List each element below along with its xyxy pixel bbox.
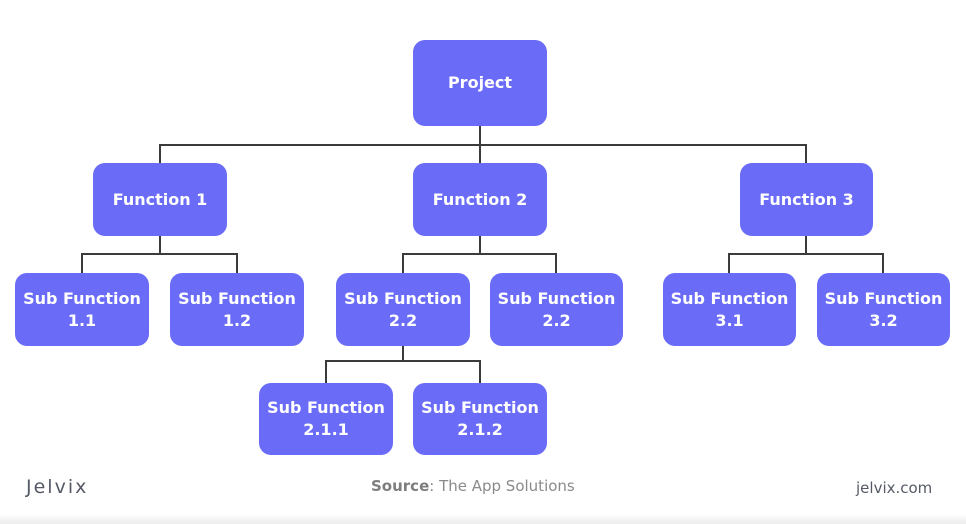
- node-sub-function-3-1[interactable]: Sub Function 3.1: [663, 273, 796, 346]
- node-number: 2.2: [542, 310, 571, 330]
- node-number: 2.1.2: [457, 420, 503, 439]
- node-sub-function-2-2-right[interactable]: Sub Function 2.2: [490, 273, 623, 346]
- source-credit: Source: The App Solutions: [371, 477, 575, 495]
- connector-to-sub-2-1-2: [479, 360, 481, 384]
- node-label: Sub Function: [824, 288, 943, 308]
- connector-to-function-2: [479, 144, 481, 164]
- connector-to-sub-2-1-1: [325, 360, 327, 384]
- node-function-2[interactable]: Function 2: [413, 163, 547, 236]
- source-text: : The App Solutions: [429, 477, 575, 495]
- node-sub-function-2-2-left[interactable]: Sub Function 2.2: [336, 273, 470, 346]
- node-number: 3.2: [869, 310, 898, 330]
- node-label: Sub Function: [421, 398, 539, 417]
- node-sub-function-1-2[interactable]: Sub Function 1.2: [170, 273, 304, 346]
- node-label: Sub Function: [178, 288, 296, 308]
- node-label: Function 1: [112, 189, 208, 209]
- node-label: Sub Function: [267, 398, 385, 417]
- connector-function-3-bar: [728, 253, 884, 255]
- node-function-3[interactable]: Function 3: [740, 163, 873, 236]
- node-project[interactable]: Project: [413, 40, 547, 126]
- connector-to-sub-3-2: [882, 253, 884, 274]
- connector-project-down: [479, 126, 481, 146]
- node-number: 2.1.1: [303, 420, 349, 439]
- node-label: Sub Function: [23, 288, 141, 308]
- connector-function-1-bar: [81, 253, 238, 255]
- node-label: Sub Function: [670, 288, 789, 308]
- connector-function-2-bar: [402, 253, 557, 255]
- connector-to-sub-1-2: [236, 253, 238, 274]
- node-sub-function-3-2[interactable]: Sub Function 3.2: [817, 273, 950, 346]
- connector-to-function-3: [805, 144, 807, 164]
- node-number: 3.1: [715, 310, 744, 330]
- org-chart: Project Function 1 Function 2 Function 3…: [0, 0, 966, 524]
- node-label: Function 3: [759, 189, 854, 209]
- connector-to-sub-2-2b: [555, 253, 557, 274]
- node-number: 1.2: [222, 310, 252, 330]
- site-url[interactable]: jelvix.com: [856, 479, 932, 497]
- connector-sub-2-2-bar: [325, 360, 481, 362]
- node-label: Project: [447, 73, 513, 92]
- node-label: Sub Function: [497, 288, 616, 308]
- jelvix-logo: Jelvix: [26, 476, 89, 498]
- node-number: 1.1: [67, 310, 97, 330]
- node-sub-function-2-1-2[interactable]: Sub Function 2.1.2: [413, 383, 547, 455]
- connector-to-function-1: [159, 144, 161, 164]
- node-sub-function-2-1-1[interactable]: Sub Function 2.1.1: [259, 383, 393, 455]
- node-function-1[interactable]: Function 1: [93, 163, 227, 236]
- node-label: Function 2: [432, 189, 528, 209]
- connector-to-sub-3-1: [728, 253, 730, 274]
- node-label: Sub Function: [344, 288, 462, 308]
- bottom-shade: [0, 514, 966, 524]
- node-sub-function-1-1[interactable]: Sub Function 1.1: [15, 273, 149, 346]
- source-label: Source: [371, 477, 430, 495]
- connector-level1-bar: [159, 144, 807, 146]
- connector-to-sub-1-1: [81, 253, 83, 274]
- connector-to-sub-2-2a: [402, 253, 404, 274]
- node-number: 2.2: [388, 310, 418, 330]
